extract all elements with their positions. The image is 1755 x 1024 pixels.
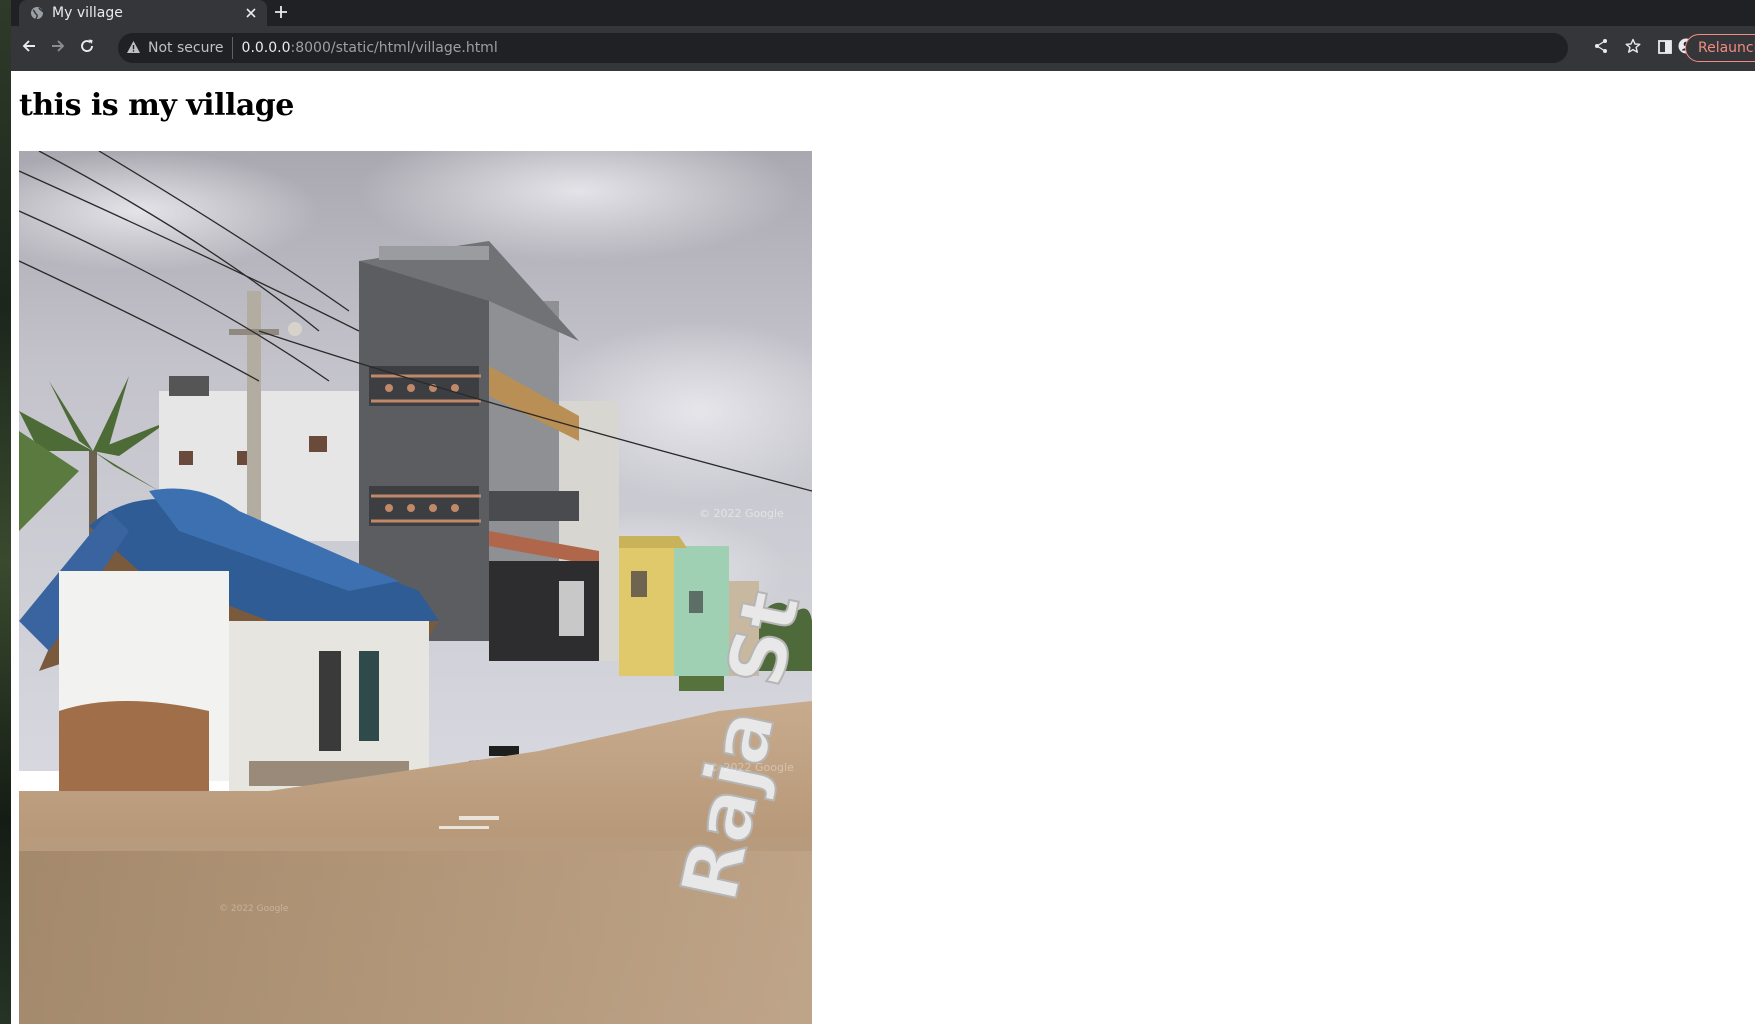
page-viewport: this is my village Raja St © 2022 Google… bbox=[11, 71, 1755, 1024]
village-photo: Raja St © 2022 Google © 2022 Google © 20… bbox=[19, 151, 812, 1024]
page-title: this is my village bbox=[19, 88, 294, 123]
url-host: 0.0.0.0 bbox=[241, 40, 291, 56]
warning-icon bbox=[126, 39, 141, 58]
relaunch-button[interactable]: Relaunch bbox=[1685, 34, 1755, 62]
tab-title: My village bbox=[52, 5, 123, 21]
plus-icon bbox=[274, 4, 288, 23]
svg-text:© 2022 Google: © 2022 Google bbox=[709, 761, 794, 774]
url-path: :8000/static/html/village.html bbox=[290, 40, 498, 56]
tab-strip: My village bbox=[11, 0, 1755, 26]
forward-button[interactable] bbox=[46, 36, 70, 60]
svg-text:© 2022 Google: © 2022 Google bbox=[699, 507, 784, 520]
side-panel-button[interactable] bbox=[1653, 36, 1677, 60]
tab-my-village[interactable]: My village bbox=[19, 0, 267, 26]
browser-window: My village Not secure 0.0.0.0:8000/stati… bbox=[11, 0, 1755, 1024]
security-indicator[interactable]: Not secure bbox=[126, 37, 233, 59]
reload-icon bbox=[79, 38, 95, 58]
arrow-right-icon bbox=[50, 38, 66, 58]
security-label: Not secure bbox=[148, 40, 224, 56]
star-icon bbox=[1625, 38, 1641, 58]
url-text[interactable]: 0.0.0.0:8000/static/html/village.html bbox=[242, 40, 498, 56]
screen: My village Not secure 0.0.0.0:8000/stati… bbox=[0, 0, 1755, 1024]
svg-text:© 2022 Google: © 2022 Google bbox=[219, 904, 289, 914]
bookmark-button[interactable] bbox=[1621, 36, 1645, 60]
share-icon bbox=[1593, 38, 1609, 58]
share-button[interactable] bbox=[1589, 36, 1613, 60]
browser-toolbar: Not secure 0.0.0.0:8000/static/html/vill… bbox=[11, 26, 1755, 72]
back-button[interactable] bbox=[17, 36, 41, 60]
address-bar[interactable]: Not secure 0.0.0.0:8000/static/html/vill… bbox=[118, 33, 1568, 63]
close-icon[interactable] bbox=[243, 5, 259, 21]
arrow-left-icon bbox=[21, 38, 37, 58]
reload-button[interactable] bbox=[75, 36, 99, 60]
desktop-background-strip bbox=[0, 0, 11, 1024]
side-panel-icon bbox=[1658, 39, 1672, 58]
new-tab-button[interactable] bbox=[269, 1, 293, 25]
globe-icon bbox=[30, 6, 44, 20]
